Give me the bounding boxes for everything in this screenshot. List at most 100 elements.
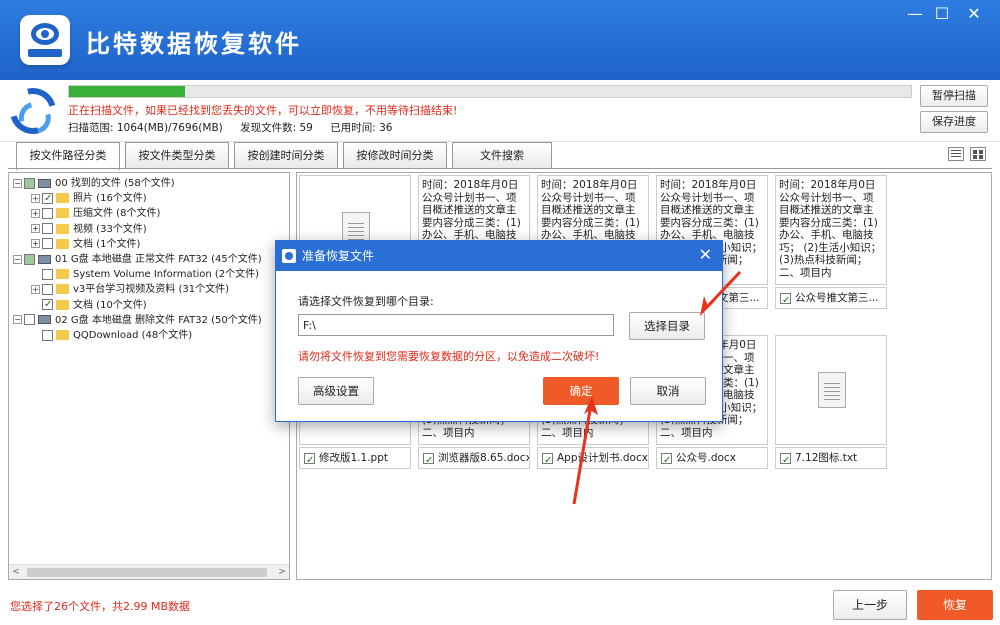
selection-status: 您选择了26个文件，共2.99 MB数据 xyxy=(10,600,191,613)
found-count: 发现文件数: 59 xyxy=(240,122,313,134)
dialog-header: 准备恢复文件 ✕ xyxy=(276,241,722,271)
tab-by-created[interactable]: 按创建时间分类 xyxy=(234,142,338,168)
file-card[interactable]: 时间：2018年月0日公众号计划书一、项目概述推送的文章主要内容分成三类：(1)… xyxy=(775,175,887,311)
file-caption[interactable]: App设计划书.docx xyxy=(537,447,649,469)
tree-checkbox[interactable] xyxy=(24,314,35,326)
list-view-icon[interactable] xyxy=(948,147,964,161)
folder-icon xyxy=(56,330,69,340)
tree-checkbox[interactable] xyxy=(42,283,53,295)
scrollbar-thumb[interactable] xyxy=(27,568,267,577)
minimize-button[interactable]: — xyxy=(904,4,926,24)
file-thumbnail[interactable]: 时间：2018年月0日公众号计划书一、项目概述推送的文章主要内容分成三类：(1)… xyxy=(775,175,887,285)
scroll-left-icon[interactable]: < xyxy=(9,565,23,579)
dialog-title: 准备恢复文件 xyxy=(302,249,375,263)
app-logo-icon xyxy=(20,15,70,65)
tree-checkbox[interactable] xyxy=(42,297,53,312)
file-caption[interactable]: 7.12图标.txt xyxy=(775,447,887,469)
expand-icon[interactable]: + xyxy=(31,284,40,294)
file-checkbox[interactable] xyxy=(780,291,791,308)
file-name: 公众号推文第三... xyxy=(795,292,879,304)
tree-checkbox[interactable] xyxy=(42,223,53,235)
tree-item[interactable]: + 文档 (1个文件) xyxy=(31,237,140,252)
drive-icon xyxy=(38,254,51,264)
grid-view-icon[interactable] xyxy=(970,147,986,161)
tree-item[interactable]: 文档 (10个文件) xyxy=(31,297,147,313)
recover-button[interactable]: 恢复 xyxy=(917,590,993,620)
recover-path-input[interactable] xyxy=(298,314,614,336)
advanced-settings-button[interactable]: 高级设置 xyxy=(298,377,374,405)
collapse-icon[interactable]: − xyxy=(13,178,22,188)
scroll-right-icon[interactable]: > xyxy=(275,565,289,579)
tree-item-label: 01 G盘 本地磁盘 正常文件 FAT32 (45个文件) xyxy=(55,254,262,265)
tree-item[interactable]: QQDownload (48个文件) xyxy=(31,328,192,343)
scanning-icon xyxy=(1,79,65,143)
file-checkbox[interactable] xyxy=(542,451,553,468)
file-name: App设计划书.docx xyxy=(557,452,648,464)
cancel-button[interactable]: 取消 xyxy=(630,377,706,405)
tree-checkbox[interactable] xyxy=(42,329,53,341)
tree-item[interactable]: − 02 G盘 本地磁盘 删除文件 FAT32 (50个文件) xyxy=(13,313,262,328)
folder-icon xyxy=(56,299,69,310)
close-button[interactable]: ✕ xyxy=(963,4,985,24)
maximize-button[interactable]: ☐ xyxy=(931,4,953,24)
folder-icon xyxy=(56,284,69,295)
tab-by-type[interactable]: 按文件类型分类 xyxy=(125,142,229,168)
expand-icon[interactable]: + xyxy=(31,224,40,234)
tab-by-modified[interactable]: 按修改时间分类 xyxy=(343,142,447,168)
save-progress-button[interactable]: 保存进度 xyxy=(920,111,988,133)
tree-item[interactable]: + v3平台学习视频及资料 (31个文件) xyxy=(31,282,229,297)
file-checkbox[interactable] xyxy=(423,451,434,468)
tree-item[interactable]: + 视频 (33个文件) xyxy=(31,222,147,237)
expand-icon[interactable]: + xyxy=(31,208,40,218)
tree-checkbox[interactable] xyxy=(24,177,35,189)
tree-scrollbar[interactable]: < > xyxy=(9,564,289,579)
scan-range: 扫描范围: 1064(MB)/7696(MB) xyxy=(68,122,223,134)
tree-item-label: 文档 (1个文件) xyxy=(73,238,141,250)
file-checkbox[interactable] xyxy=(780,451,791,468)
file-caption[interactable]: 修改版1.1.ppt xyxy=(299,447,411,469)
folder-icon xyxy=(56,238,69,249)
tree-item-label: 照片 (16个文件) xyxy=(73,193,147,205)
tree-item[interactable]: System Volume Information (2个文件) xyxy=(31,267,259,282)
dialog-close-icon[interactable]: ✕ xyxy=(699,241,712,269)
choose-directory-button[interactable]: 选择目录 xyxy=(629,312,705,340)
collapse-icon[interactable]: − xyxy=(13,254,22,264)
file-checkbox[interactable] xyxy=(304,451,315,468)
scan-stats: 扫描范围: 1064(MB)/7696(MB) 发现文件数: 59 已用时间: … xyxy=(68,120,406,135)
tree-item-label: 00 找到的文件 (58个文件) xyxy=(55,178,175,189)
app-title: 比特数据恢复软件 xyxy=(86,30,302,58)
pause-scan-button[interactable]: 暂停扫描 xyxy=(920,85,988,107)
dialog-warning: 请勿将文件恢复到您需要恢复数据的分区，以免造成二次破坏! xyxy=(298,350,600,363)
expand-icon[interactable]: + xyxy=(31,193,40,203)
dialog-prompt: 请选择文件恢复到哪个目录: xyxy=(298,295,434,308)
file-thumbnail[interactable] xyxy=(775,335,887,445)
tree-item[interactable]: + 照片 (16个文件) xyxy=(31,191,147,206)
expand-icon[interactable]: + xyxy=(31,239,40,249)
tree-checkbox[interactable] xyxy=(42,207,53,219)
document-icon xyxy=(818,372,846,408)
file-caption[interactable]: 浏览器版8.65.docx xyxy=(418,447,530,469)
tree-item-label: QQDownload (48个文件) xyxy=(73,330,193,341)
tree-checkbox[interactable] xyxy=(24,253,35,265)
collapse-icon[interactable]: − xyxy=(13,315,22,325)
tab-file-search[interactable]: 文件搜索 xyxy=(452,142,552,168)
tree-item[interactable]: − 01 G盘 本地磁盘 正常文件 FAT32 (45个文件) xyxy=(13,252,262,267)
file-caption[interactable]: 公众号推文第三... xyxy=(775,287,887,309)
tab-by-path[interactable]: 按文件路径分类 xyxy=(16,142,120,170)
drive-icon xyxy=(38,315,51,325)
confirm-button[interactable]: 确定 xyxy=(543,377,619,405)
previous-step-button[interactable]: 上一步 xyxy=(833,590,907,620)
file-checkbox[interactable] xyxy=(661,451,672,468)
file-card[interactable]: 7.12图标.txt xyxy=(775,335,887,471)
tree-checkbox[interactable] xyxy=(42,191,53,206)
tree-item[interactable]: + 压缩文件 (8个文件) xyxy=(31,206,160,221)
file-name: 修改版1.1.ppt xyxy=(319,452,388,464)
folder-icon xyxy=(56,208,69,219)
tree-checkbox[interactable] xyxy=(42,268,53,280)
folder-icon xyxy=(56,269,69,280)
elapsed-time: 已用时间: 36 xyxy=(330,122,393,134)
scan-message: 正在扫描文件，如果已经找到您丢失的文件，可以立即恢复，不用等待扫描结束! xyxy=(68,104,458,117)
tree-item[interactable]: − 00 找到的文件 (58个文件) xyxy=(13,176,175,191)
file-caption[interactable]: 公众号.docx xyxy=(656,447,768,469)
tree-checkbox[interactable] xyxy=(42,238,53,250)
